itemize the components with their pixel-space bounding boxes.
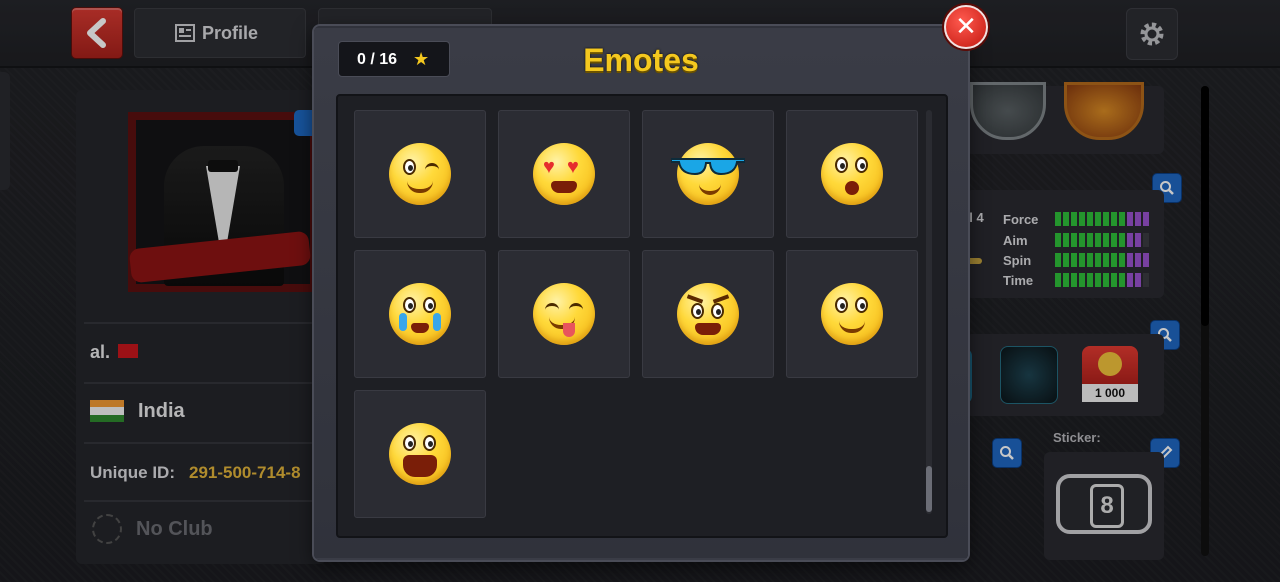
angry-emoji-icon (677, 283, 739, 345)
surprised-emoji-icon (821, 143, 883, 205)
laughing-emoji-icon (389, 423, 451, 485)
emotes-scrollbar-thumb[interactable] (926, 466, 932, 512)
emote-slot[interactable] (786, 110, 918, 238)
modal-title: Emotes (583, 42, 699, 78)
emote-slot[interactable] (354, 250, 486, 378)
emotes-grid: ♥ ♥ (336, 94, 948, 538)
emote-slot[interactable] (786, 250, 918, 378)
sunglasses-emoji-icon (671, 143, 745, 205)
wink-emoji-icon (389, 143, 451, 205)
close-icon: ✕ (955, 11, 977, 41)
crying-emoji-icon (389, 283, 451, 345)
emote-slot[interactable] (354, 110, 486, 238)
tongue-out-emoji-icon (533, 283, 595, 345)
emotes-scrollbar[interactable] (926, 110, 932, 514)
emote-slot[interactable] (354, 390, 486, 518)
heart-eyes-emoji-icon: ♥ ♥ (533, 143, 595, 205)
emote-slot[interactable] (642, 110, 774, 238)
emote-slot[interactable] (642, 250, 774, 378)
emote-slot[interactable]: ♥ ♥ (498, 110, 630, 238)
emotes-modal: 0 / 16 ★ Emotes ♥ ♥ (314, 26, 968, 560)
close-button[interactable]: ✕ (944, 5, 988, 49)
smile-emoji-icon (821, 283, 883, 345)
emote-slot[interactable] (498, 250, 630, 378)
